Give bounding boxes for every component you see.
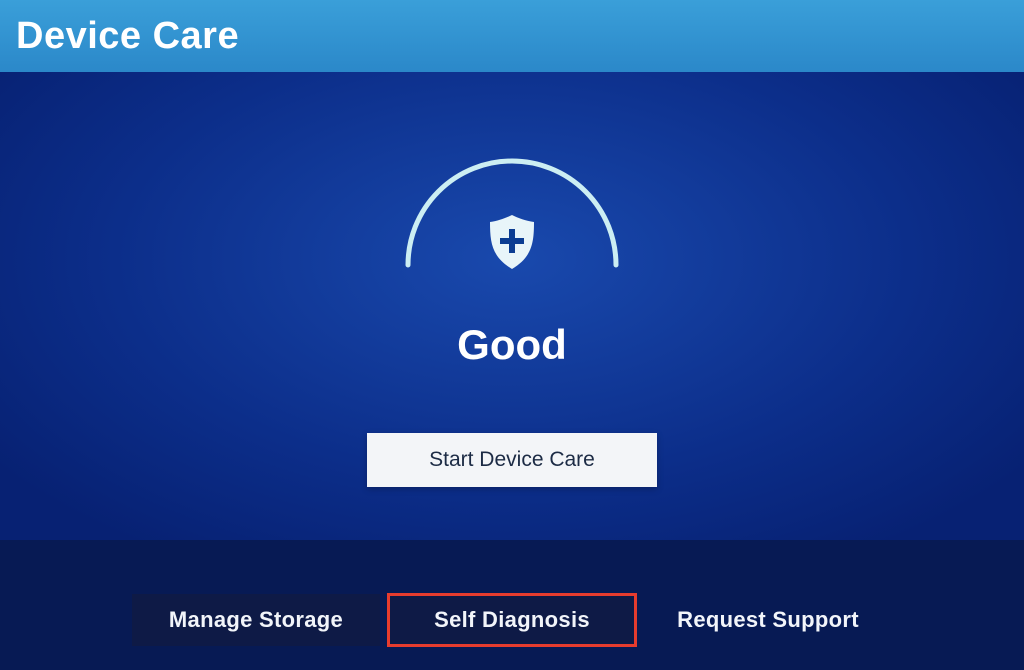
status-label: Good [457, 321, 567, 369]
status-visual [372, 125, 652, 325]
shield-plus-icon [486, 213, 538, 271]
tab-manage-storage[interactable]: Manage Storage [132, 594, 380, 646]
tab-request-support[interactable]: Request Support [644, 594, 892, 646]
tab-self-diagnosis[interactable]: Self Diagnosis [388, 594, 636, 646]
footer-tabs: Manage Storage Self Diagnosis Request Su… [132, 594, 892, 646]
main-content: Good Start Device Care [0, 72, 1024, 540]
footer: Manage Storage Self Diagnosis Request Su… [0, 540, 1024, 670]
header: Device Care [0, 0, 1024, 72]
start-device-care-button[interactable]: Start Device Care [367, 433, 657, 487]
page-title: Device Care [16, 15, 239, 58]
